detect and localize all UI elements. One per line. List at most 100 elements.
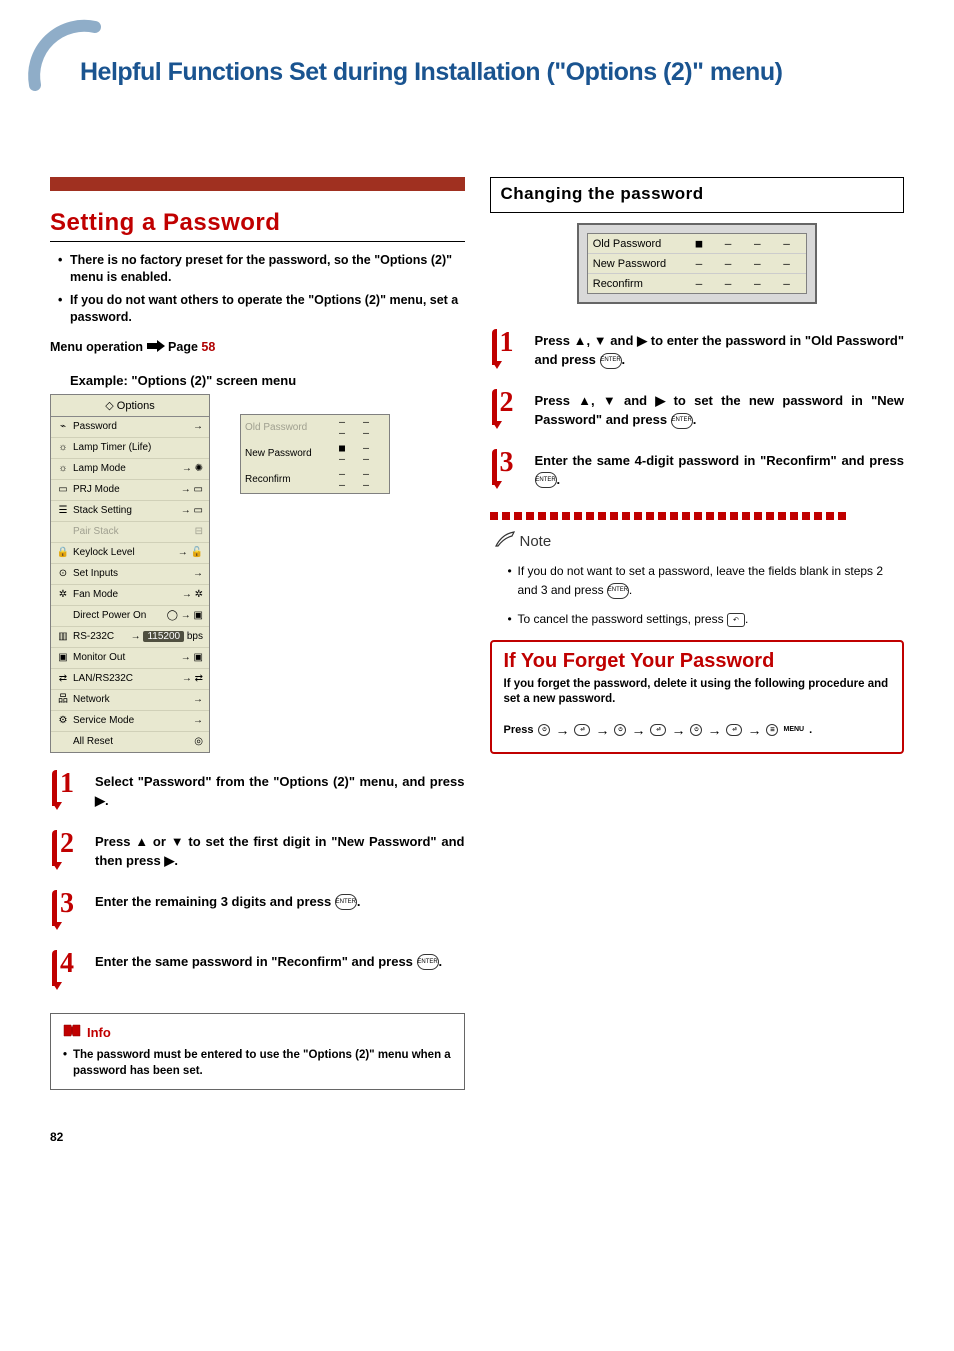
enter-button-icon: ENTER — [417, 954, 439, 970]
osd-item: 品Network→ — [51, 690, 209, 711]
lamp-icon: ☼ — [57, 442, 69, 454]
step-4: 4 Enter the same password in "Reconfirm"… — [50, 953, 465, 991]
menu-operation-line: Menu operation Page 58 — [50, 340, 465, 355]
right-column: Changing the password Old Password■ – – … — [490, 177, 905, 1090]
osd-item: Direct Power On◯ → ▣ — [51, 606, 209, 627]
step-number: 2 — [490, 387, 524, 427]
forget-sequence: Press ⏻→ ⏎→ ⏻→ ⏎→ ⏻→ ⏎→ ☰MENU. — [504, 722, 891, 738]
standby-on-icon: ⏻ — [614, 724, 626, 736]
step-number: 1 — [50, 768, 84, 808]
key-icon: ⌁ — [57, 421, 69, 433]
osd-item: 🔒Keylock Level→ 🔓 — [51, 543, 209, 564]
prj-icon: ▭ — [57, 484, 69, 496]
enter-button-icon: ⏎ — [726, 724, 742, 736]
osd-item: ⊙Set Inputs→ — [51, 564, 209, 585]
step-number: 2 — [50, 828, 84, 868]
pw-label: New Password — [593, 258, 693, 270]
undo-button-icon: ↶ — [727, 613, 745, 627]
page-title: Helpful Functions Set during Installatio… — [50, 20, 904, 87]
input-icon: ⊙ — [57, 568, 69, 580]
section-title-setting-password: Setting a Password — [50, 209, 465, 237]
osd-header: ◇ Options — [51, 395, 209, 417]
subsection-title: Changing the password — [501, 184, 894, 204]
pw-label: New Password — [245, 448, 329, 459]
osd-item: ☰Stack Setting→ ▭ — [51, 501, 209, 522]
enter-button-icon: ENTER — [535, 472, 557, 488]
lamp-icon: ☼ — [57, 463, 69, 475]
osd-item: ▭PRJ Mode→ ▭ — [51, 480, 209, 501]
info-text: The password must be entered to use the … — [63, 1047, 452, 1079]
down-triangle-icon: ▼ — [603, 392, 616, 411]
osd-item-disabled: Pair Stack⊟ — [51, 522, 209, 543]
page-number: 82 — [50, 1130, 904, 1144]
pw-value: – – – – — [329, 417, 385, 439]
example-label: Example: "Options (2)" screen menu — [70, 373, 465, 388]
enter-button-icon: ENTER — [671, 413, 693, 429]
lan-icon: ⇄ — [57, 673, 69, 685]
pw-label: Reconfirm — [593, 278, 693, 290]
changing-password-header: Changing the password — [490, 177, 905, 213]
step-2: 2 Press ▲ or ▼ to set the first digit in… — [50, 833, 465, 871]
osd-item: All Reset◎ — [51, 732, 209, 752]
page-number-ref: 58 — [201, 340, 215, 354]
rule — [50, 241, 465, 242]
pw-value: – – – – — [329, 469, 385, 491]
step-3: 3 Enter the remaining 3 digits and press… — [50, 893, 465, 931]
enter-button-icon: ⏎ — [574, 724, 590, 736]
right-triangle-icon: ▶ — [164, 852, 174, 871]
stack-icon: ☰ — [57, 505, 69, 517]
right-triangle-icon: ▶ — [655, 392, 665, 411]
enter-button-icon: ENTER — [335, 894, 357, 910]
step-1: 1 Select "Password" from the "Options (2… — [50, 773, 465, 811]
pw-value: – – – – — [693, 257, 801, 270]
osd-item: ✲Fan Mode→ ✲ — [51, 585, 209, 606]
up-triangle-icon: ▲ — [135, 833, 148, 852]
serial-icon: ▥ — [57, 631, 69, 643]
fan-icon: ✲ — [57, 589, 69, 601]
pw-value: ■ – – – — [693, 237, 801, 250]
osd-item: ⌁Password→ — [51, 417, 209, 438]
monitor-icon: ▣ — [57, 652, 69, 664]
up-triangle-icon: ▲ — [574, 332, 587, 351]
arrow-icon — [147, 340, 165, 355]
osd-item: ▣Monitor Out→ ▣ — [51, 648, 209, 669]
osd-options-menu: ◇ Options ⌁Password→ ☼Lamp Timer (Life) … — [50, 394, 210, 753]
info-box: Info The password must be entered to use… — [50, 1013, 465, 1090]
password-panel-right: Old Password■ – – – New Password– – – – … — [577, 223, 817, 304]
service-icon: ⚙ — [57, 715, 69, 727]
network-icon: 品 — [57, 694, 69, 706]
press-label: Press — [504, 724, 534, 736]
note-item: If you do not want to set a password, le… — [508, 562, 905, 600]
page-header: Helpful Functions Set during Installatio… — [50, 20, 904, 87]
right-triangle-icon: ▶ — [95, 792, 105, 811]
osd-item: ☼Lamp Timer (Life) — [51, 438, 209, 459]
forget-title: If You Forget Your Password — [504, 650, 891, 673]
pw-label: Old Password — [593, 238, 693, 250]
pencil-icon — [494, 530, 516, 552]
step-1: 1 Press ▲, ▼ and ▶ to enter the password… — [490, 332, 905, 370]
down-triangle-icon: ▼ — [594, 332, 607, 351]
enter-button-icon: ENTER — [607, 583, 629, 599]
menu-op-label: Menu operation — [50, 340, 143, 354]
step-number: 3 — [50, 888, 84, 928]
osd-item: ⇄LAN/RS232C→ ⇄ — [51, 669, 209, 690]
lock-icon: 🔒 — [57, 547, 69, 559]
dotted-separator — [490, 512, 905, 522]
intro-bullets: There is no factory preset for the passw… — [50, 252, 465, 326]
pw-value: – – – – — [693, 277, 801, 290]
left-column: Setting a Password There is no factory p… — [50, 177, 465, 1090]
standby-on-icon: ⏻ — [538, 724, 550, 736]
note-list: If you do not want to set a password, le… — [490, 562, 905, 630]
pw-value: ■ – – – — [329, 443, 385, 465]
osd-item: ▥RS-232C→ 115200 bps — [51, 627, 209, 648]
header-arc-icon — [25, 15, 105, 95]
step-2: 2 Press ▲, ▼ and ▶ to set the new passwo… — [490, 392, 905, 430]
forget-password-box: If You Forget Your Password If you forge… — [490, 640, 905, 754]
section-bar — [50, 177, 465, 191]
enter-button-icon: ⏎ — [650, 724, 666, 736]
note-label: Note — [520, 533, 552, 550]
step-number: 3 — [490, 447, 524, 487]
up-triangle-icon: ▲ — [578, 392, 591, 411]
osd-item: ☼Lamp Mode→ ✺ — [51, 459, 209, 480]
standby-on-icon: ⏻ — [690, 724, 702, 736]
